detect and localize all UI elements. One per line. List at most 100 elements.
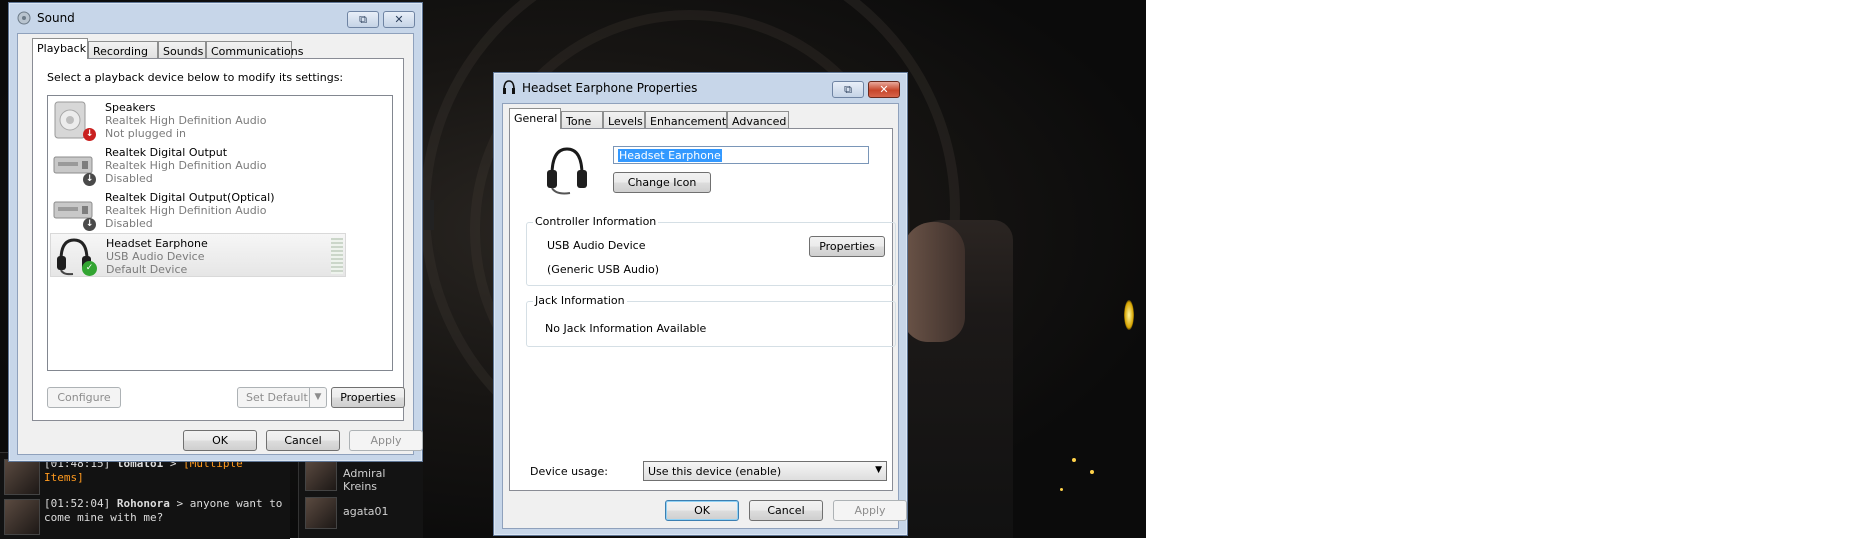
device-item-digital-optical[interactable]: ↓ Realtek Digital Output(Optical) Realte… [50, 188, 346, 232]
chat-message: [01:52:04] Rohonora > anyone want to com… [2, 497, 288, 537]
disabled-icon: ↓ [83, 173, 96, 186]
spark [1090, 470, 1094, 474]
tab-general[interactable]: General [509, 108, 561, 129]
properties-button[interactable]: Properties [331, 387, 405, 408]
device-name: Headset Earphone [106, 237, 208, 250]
tab-tone[interactable]: Tone [561, 111, 603, 129]
apply-button[interactable]: Apply [833, 500, 907, 521]
playback-panel: Select a playback device below to modify… [32, 58, 405, 421]
button-label: Properties [340, 391, 396, 404]
sound-titlebar[interactable]: Sound ⧉ ✕ [9, 3, 422, 33]
avatar[interactable] [4, 499, 40, 535]
controller-device: USB Audio Device [547, 239, 646, 252]
volume-meter [331, 238, 343, 274]
chat-user[interactable]: Rohonora [117, 497, 170, 510]
cancel-button[interactable]: Cancel [749, 500, 823, 521]
button-label: Set Default [246, 391, 308, 404]
button-label: OK [212, 434, 228, 447]
change-icon-button[interactable]: Change Icon [613, 172, 711, 193]
cancel-button[interactable]: Cancel [266, 430, 340, 451]
device-status: Disabled [105, 172, 153, 185]
button-label: Change Icon [627, 176, 697, 189]
button-label: Apply [370, 434, 402, 447]
tab-label: Communications [211, 45, 304, 58]
device-usage-value: Use this device (enable) [648, 465, 782, 478]
device-name-field[interactable]: Headset Earphone [613, 146, 869, 164]
device-list[interactable]: ↓ Speakers Realtek High Definition Audio… [47, 95, 393, 371]
group-legend: Controller Information [533, 215, 659, 228]
character-head [903, 222, 965, 342]
button-label: Properties [819, 240, 875, 253]
tab-label: Recording [93, 45, 149, 58]
tab-advanced[interactable]: Advanced [727, 111, 789, 129]
lamp-light [1124, 300, 1134, 330]
sound-window: Sound ⧉ ✕ Playback Recording Sounds Comm… [8, 2, 423, 462]
tab-label: Levels [608, 115, 643, 128]
close-button[interactable]: ✕ [868, 81, 900, 98]
device-item-speakers[interactable]: ↓ Speakers Realtek High Definition Audio… [50, 98, 346, 142]
window-title: Headset Earphone Properties [522, 81, 698, 95]
tab-levels[interactable]: Levels [603, 111, 645, 129]
tab-sounds[interactable]: Sounds [158, 41, 206, 59]
general-panel: Headset Earphone Change Icon Controller … [509, 128, 896, 491]
set-default-button[interactable]: Set Default ▼ [237, 387, 327, 408]
device-driver: Realtek High Definition Audio [105, 204, 267, 217]
device-driver: Realtek High Definition Audio [105, 114, 267, 127]
button-label: Cancel [767, 504, 805, 517]
device-status: Not plugged in [105, 127, 187, 140]
headset-large-icon [547, 147, 587, 195]
restore-button[interactable]: ⧉ [832, 81, 864, 98]
ok-button[interactable]: OK [183, 430, 257, 451]
member-item[interactable]: Admiral Kreins [303, 458, 419, 493]
restore-button[interactable]: ⧉ [347, 11, 379, 28]
chat-time: [01:52:04] [44, 497, 111, 510]
device-usage-select[interactable]: Use this device (enable) ▼ [643, 461, 887, 481]
apply-button[interactable]: Apply [349, 430, 423, 451]
tab-playback[interactable]: Playback [32, 38, 88, 59]
tab-label: Enhancements [650, 115, 732, 128]
chevron-down-icon[interactable]: ▼ [309, 388, 326, 407]
tab-recording[interactable]: Recording [88, 41, 158, 59]
chat-message-text: [01:52:04] Rohonora > anyone want to com… [44, 497, 284, 525]
headset-icon [503, 80, 515, 94]
chevron-down-icon: ▼ [875, 465, 882, 475]
tab-label: Advanced [732, 115, 787, 128]
device-driver: Realtek High Definition Audio [105, 159, 267, 172]
chat-member-list[interactable]: Admiral Kreins agata01 [298, 452, 423, 538]
configure-button[interactable]: Configure [47, 387, 121, 408]
device-item-digital-output[interactable]: ↓ Realtek Digital Output Realtek High De… [50, 143, 346, 187]
sound-app-icon [17, 11, 31, 25]
device-driver: USB Audio Device [106, 250, 205, 263]
tab-label: Playback [37, 42, 87, 55]
ok-button[interactable]: OK [665, 500, 739, 521]
tab-communications[interactable]: Communications [206, 41, 303, 59]
button-label: Cancel [284, 434, 322, 447]
device-name: Realtek Digital Output [105, 146, 228, 159]
device-status: Disabled [105, 217, 153, 230]
controller-information-group: Controller Information USB Audio Device … [526, 215, 896, 286]
disabled-icon: ↓ [83, 218, 96, 231]
chat-panel[interactable]: [01:48:15] tomato1 > [Multiple Items] [0… [0, 452, 290, 539]
member-item[interactable]: agata01 [303, 496, 419, 530]
game-side-tab[interactable] [424, 200, 434, 230]
spark [1072, 458, 1076, 462]
close-button[interactable]: ✕ [383, 11, 415, 28]
properties-titlebar[interactable]: Headset Earphone Properties ⧉ ✕ [494, 73, 907, 103]
device-item-headset[interactable]: ✓ Headset Earphone USB Audio Device Defa… [50, 233, 346, 277]
avatar[interactable] [4, 459, 40, 495]
tab-label: Sounds [163, 45, 204, 58]
jack-info-text: No Jack Information Available [545, 322, 707, 335]
sound-client: Playback Recording Sounds Communications… [17, 33, 423, 455]
tab-enhancements[interactable]: Enhancements [645, 111, 732, 129]
device-name: Speakers [105, 101, 156, 114]
chat-separator: > [176, 497, 184, 510]
window-title: Sound [37, 11, 75, 25]
controller-driver: (Generic USB Audio) [547, 263, 660, 276]
member-name: agata01 [343, 505, 389, 518]
button-label: OK [694, 504, 710, 517]
controller-properties-button[interactable]: Properties [809, 236, 885, 257]
headset-properties-window: Headset Earphone Properties ⧉ ✕ General … [493, 72, 908, 536]
device-name: Realtek Digital Output(Optical) [105, 191, 275, 204]
member-name: Admiral Kreins [343, 467, 386, 493]
unplugged-icon: ↓ [83, 128, 96, 141]
